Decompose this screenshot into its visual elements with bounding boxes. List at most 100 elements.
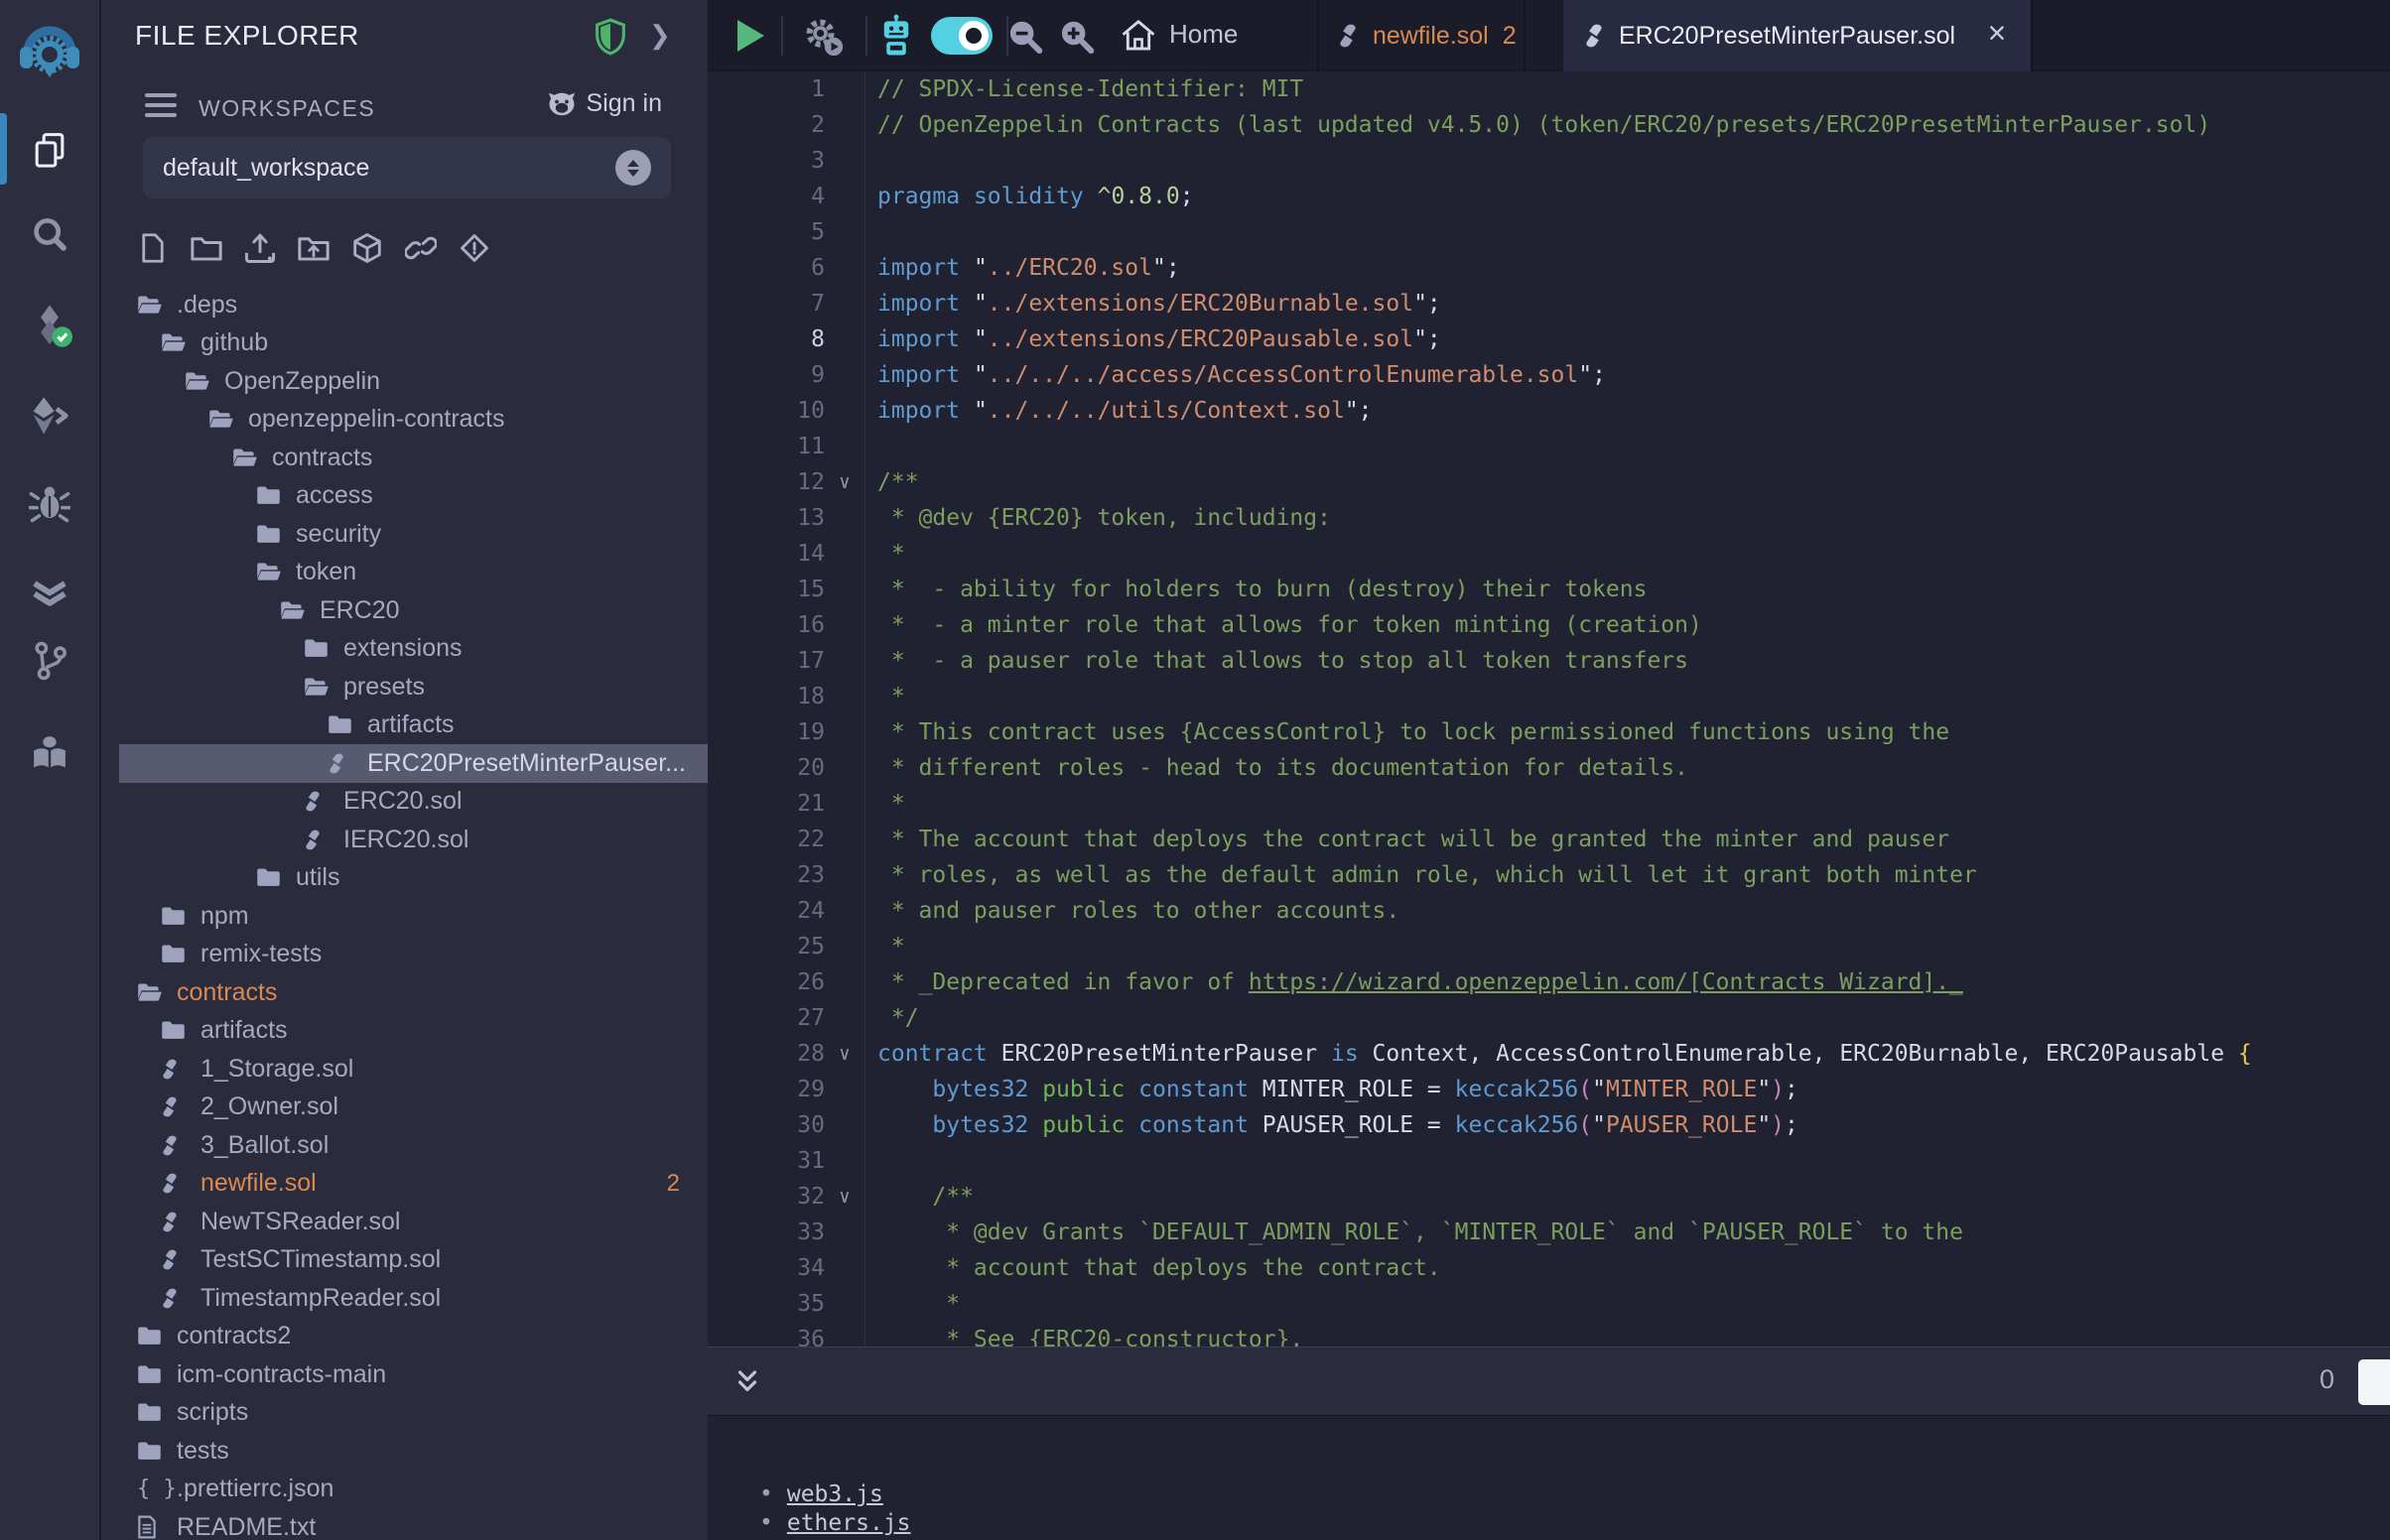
code-line-33[interactable]: 33 * @dev Grants `DEFAULT_ADMIN_ROLE`, `… <box>708 1215 2390 1250</box>
code-text[interactable]: import "../ERC20.sol"; <box>864 250 2390 286</box>
code-line-19[interactable]: 19 * This contract uses {AccessControl} … <box>708 714 2390 750</box>
code-line-20[interactable]: 20 * different roles - head to its docum… <box>708 750 2390 786</box>
code-text[interactable]: */ <box>864 1000 2390 1036</box>
close-tab-icon[interactable]: × <box>1979 15 2015 52</box>
code-text[interactable]: bytes32 public constant MINTER_ROLE = ke… <box>864 1072 2390 1107</box>
code-line-31[interactable]: 31 <box>708 1143 2390 1179</box>
code-line-35[interactable]: 35 * <box>708 1286 2390 1322</box>
tree-item-readme-txt[interactable]: README.txt <box>101 1508 708 1540</box>
code-line-6[interactable]: 6import "../ERC20.sol"; <box>708 250 2390 286</box>
gist-icon[interactable] <box>459 232 490 264</box>
tree-item-2-owner-sol[interactable]: 2_Owner.sol <box>101 1089 708 1127</box>
code-line-14[interactable]: 14 * <box>708 536 2390 572</box>
tree-item--prettierrc-json[interactable]: { }.prettierrc.json <box>101 1471 708 1509</box>
zoom-out-icon[interactable] <box>1002 15 1046 59</box>
sign-in-button[interactable]: Sign in <box>547 89 662 118</box>
code-line-24[interactable]: 24 * and pauser roles to other accounts. <box>708 893 2390 929</box>
tree-item-ierc20-sol[interactable]: IERC20.sol <box>101 821 708 859</box>
code-text[interactable]: * - ability for holders to burn (destroy… <box>864 572 2390 607</box>
code-line-28[interactable]: 28∨contract ERC20PresetMinterPauser is C… <box>708 1036 2390 1072</box>
code-line-25[interactable]: 25 * <box>708 929 2390 964</box>
code-line-13[interactable]: 13 * @dev {ERC20} token, including: <box>708 500 2390 536</box>
code-text[interactable]: * account that deploys the contract. <box>864 1250 2390 1286</box>
home-tab[interactable]: Home <box>1169 19 1238 50</box>
tree-item-1-storage-sol[interactable]: 1_Storage.sol <box>101 1050 708 1089</box>
tree-item--deps[interactable]: .deps <box>101 286 708 324</box>
workspace-select[interactable]: default_workspace <box>143 137 671 198</box>
code-text[interactable]: * and pauser roles to other accounts. <box>864 893 2390 929</box>
tree-item-github[interactable]: github <box>101 324 708 363</box>
tree-item-openzeppelin[interactable]: OpenZeppelin <box>101 362 708 401</box>
tree-item-openzeppelin-contracts[interactable]: openzeppelin-contracts <box>101 401 708 440</box>
tree-item-tests[interactable]: tests <box>101 1432 708 1471</box>
code-text[interactable]: * <box>864 786 2390 822</box>
code-line-11[interactable]: 11 <box>708 429 2390 464</box>
tree-item-testsctimestamp-sol[interactable]: TestSCTimestamp.sol <box>101 1241 708 1280</box>
code-text[interactable]: pragma solidity ^0.8.0; <box>864 179 2390 214</box>
code-line-36[interactable]: 36 * See {ERC20-constructor}. <box>708 1322 2390 1347</box>
code-line-23[interactable]: 23 * roles, as well as the default admin… <box>708 857 2390 893</box>
tree-item-scripts[interactable]: scripts <box>101 1394 708 1433</box>
terminal-output[interactable]: •web3.js •ethers.js •sol-gpt <your Solid… <box>759 1416 2390 1540</box>
tree-item-presets[interactable]: presets <box>101 668 708 706</box>
ai-assistant-robot-icon[interactable] <box>874 14 918 58</box>
file-explorer-icon[interactable] <box>18 119 81 183</box>
code-text[interactable]: import "../extensions/ERC20Burnable.sol"… <box>864 286 2390 321</box>
tree-item-artifacts[interactable]: artifacts <box>101 1012 708 1051</box>
code-text[interactable] <box>864 143 2390 179</box>
code-text[interactable] <box>864 429 2390 464</box>
code-text[interactable]: * <box>864 679 2390 714</box>
collapse-terminal-icon[interactable] <box>728 1362 767 1402</box>
workspaces-menu-icon[interactable] <box>145 93 177 119</box>
ipfs-box-icon[interactable] <box>351 232 383 264</box>
terminal-search-box[interactable] <box>2358 1359 2390 1405</box>
tree-item-newfile-sol[interactable]: newfile.sol2 <box>101 1165 708 1204</box>
code-line-4[interactable]: 4pragma solidity ^0.8.0; <box>708 179 2390 214</box>
web3-link[interactable]: web3.js <box>787 1481 883 1507</box>
new-file-icon[interactable] <box>137 232 169 264</box>
code-line-5[interactable]: 5 <box>708 214 2390 250</box>
code-text[interactable]: import "../../../access/AccessControlEnu… <box>864 357 2390 393</box>
ethers-link[interactable]: ethers.js <box>787 1510 911 1536</box>
unit-testing-icon[interactable] <box>18 559 81 622</box>
tree-item-contracts2[interactable]: contracts2 <box>101 1318 708 1356</box>
tree-item-remix-tests[interactable]: remix-tests <box>101 936 708 974</box>
code-text[interactable]: // SPDX-License-Identifier: MIT <box>864 71 2390 107</box>
code-text[interactable]: * <box>864 536 2390 572</box>
tree-item-newtsreader-sol[interactable]: NewTSReader.sol <box>101 1203 708 1241</box>
new-folder-icon[interactable] <box>191 232 222 264</box>
code-text[interactable]: * <box>864 1286 2390 1322</box>
tree-item-contracts[interactable]: contracts <box>101 439 708 477</box>
deploy-run-icon[interactable] <box>18 384 81 448</box>
plugin-manager-icon[interactable] <box>18 722 81 786</box>
code-line-21[interactable]: 21 * <box>708 786 2390 822</box>
upload-folder-icon[interactable] <box>298 232 330 264</box>
code-text[interactable]: * This contract uses {AccessControl} to … <box>864 714 2390 750</box>
tab-erc20-preset-minter-pauser[interactable]: ERC20PresetMinterPauser.sol × <box>1563 0 2033 71</box>
chevron-right-icon[interactable]: ❯ <box>649 20 671 51</box>
search-icon[interactable] <box>18 203 81 267</box>
code-line-27[interactable]: 27 */ <box>708 1000 2390 1036</box>
code-text[interactable]: * <box>864 929 2390 964</box>
tree-item-timestampreader-sol[interactable]: TimestampReader.sol <box>101 1279 708 1318</box>
remix-logo[interactable] <box>18 21 81 84</box>
code-text[interactable]: /** <box>864 464 2390 500</box>
code-text[interactable]: * - a minter role that allows for token … <box>864 607 2390 643</box>
code-text[interactable]: import "../extensions/ERC20Pausable.sol"… <box>864 321 2390 357</box>
code-text[interactable] <box>864 214 2390 250</box>
code-text[interactable]: * roles, as well as the default admin ro… <box>864 857 2390 893</box>
tree-item-access[interactable]: access <box>101 477 708 516</box>
tree-item-extensions[interactable]: extensions <box>101 630 708 669</box>
debugger-icon[interactable] <box>18 471 81 535</box>
git-icon[interactable] <box>18 629 81 693</box>
fold-chevron-icon[interactable]: ∨ <box>825 1179 864 1215</box>
code-line-10[interactable]: 10import "../../../utils/Context.sol"; <box>708 393 2390 429</box>
code-text[interactable]: * different roles - head to its document… <box>864 750 2390 786</box>
run-script-icon[interactable] <box>729 14 772 58</box>
code-text[interactable]: bytes32 public constant PAUSER_ROLE = ke… <box>864 1107 2390 1143</box>
home-icon[interactable] <box>1117 14 1160 58</box>
code-text[interactable]: import "../../../utils/Context.sol"; <box>864 393 2390 429</box>
code-line-30[interactable]: 30 bytes32 public constant PAUSER_ROLE =… <box>708 1107 2390 1143</box>
code-line-15[interactable]: 15 * - ability for holders to burn (dest… <box>708 572 2390 607</box>
code-text[interactable]: * - a pauser role that allows to stop al… <box>864 643 2390 679</box>
